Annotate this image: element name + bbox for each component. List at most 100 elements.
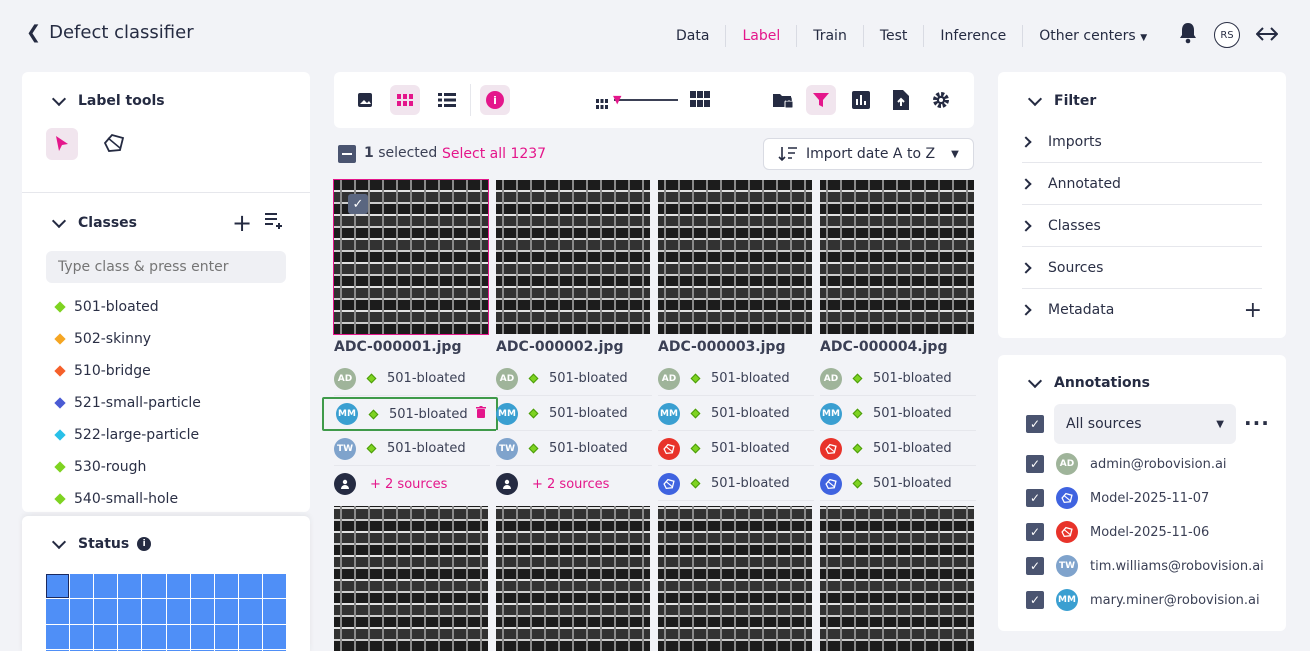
source-checkbox[interactable]: ✓ bbox=[1026, 523, 1044, 541]
source-row[interactable]: ✓ Model-2025-11-06 bbox=[1026, 521, 1209, 543]
filter-row-classes[interactable]: Classes bbox=[1020, 205, 1262, 247]
annotation-row[interactable]: 501-bloated bbox=[820, 432, 976, 466]
status-cell[interactable] bbox=[238, 599, 262, 624]
source-checkbox[interactable]: ✓ bbox=[1026, 489, 1044, 507]
bell-icon[interactable] bbox=[1178, 22, 1198, 48]
filter-row-imports[interactable]: Imports bbox=[1020, 121, 1262, 163]
status-cell[interactable] bbox=[142, 599, 166, 624]
annotation-row[interactable]: 501-bloated bbox=[820, 467, 976, 501]
image-thumbnail[interactable] bbox=[820, 506, 974, 651]
status-cell[interactable] bbox=[190, 624, 214, 649]
nav-label[interactable]: Label bbox=[726, 25, 798, 47]
annotation-row[interactable]: AD 501-bloated bbox=[334, 362, 490, 396]
nav-data[interactable]: Data bbox=[660, 25, 727, 47]
image-filename[interactable]: ADC-000001.jpg bbox=[334, 339, 461, 355]
status-cell[interactable] bbox=[190, 599, 214, 624]
status-cell[interactable] bbox=[118, 599, 142, 624]
status-cell[interactable] bbox=[166, 574, 190, 599]
back-link[interactable]: ❮ Defect classifier bbox=[26, 22, 194, 43]
class-item[interactable]: 502-skinny bbox=[54, 323, 201, 355]
status-cell[interactable] bbox=[118, 574, 142, 599]
pointer-tool[interactable] bbox=[46, 128, 78, 160]
status-cell[interactable] bbox=[70, 574, 94, 599]
class-item[interactable]: 540-small-hole bbox=[54, 483, 201, 515]
nav-test[interactable]: Test bbox=[864, 25, 925, 47]
user-avatar[interactable]: RS bbox=[1214, 22, 1240, 48]
stats-button[interactable] bbox=[846, 85, 876, 115]
annotation-row[interactable]: TW 501-bloated bbox=[334, 432, 490, 466]
image-filename[interactable]: ADC-000004.jpg bbox=[820, 339, 947, 355]
status-header[interactable]: Status i bbox=[51, 534, 152, 552]
image-filename[interactable]: ADC-000002.jpg bbox=[496, 339, 623, 355]
status-cell[interactable] bbox=[238, 574, 262, 599]
trash-icon[interactable] bbox=[476, 406, 486, 422]
annotation-row[interactable]: AD 501-bloated bbox=[658, 362, 814, 396]
status-cell[interactable] bbox=[94, 574, 118, 599]
image-thumbnail[interactable] bbox=[820, 180, 974, 334]
status-cell[interactable] bbox=[166, 624, 190, 649]
image-thumbnail[interactable] bbox=[334, 506, 488, 651]
status-cell[interactable] bbox=[142, 624, 166, 649]
grid-view-button[interactable] bbox=[390, 85, 420, 115]
annotations-header[interactable]: Annotations bbox=[1027, 373, 1150, 391]
status-cell[interactable] bbox=[94, 599, 118, 624]
status-cell[interactable] bbox=[46, 624, 70, 649]
source-row[interactable]: ✓ Model-2025-11-07 bbox=[1026, 487, 1209, 509]
status-cell[interactable] bbox=[190, 574, 214, 599]
annotation-row[interactable]: AD 501-bloated bbox=[496, 362, 652, 396]
sort-dropdown[interactable]: Import date A to Z ▼ bbox=[763, 138, 974, 170]
settings-button[interactable] bbox=[926, 85, 956, 115]
more-sources-row[interactable]: + 2 sources bbox=[334, 467, 490, 501]
source-row[interactable]: ✓ MM mary.miner@robovision.ai bbox=[1026, 589, 1260, 611]
image-thumbnail[interactable] bbox=[658, 180, 812, 334]
filter-header[interactable]: Filter bbox=[1027, 91, 1096, 109]
status-cell[interactable] bbox=[118, 624, 142, 649]
image-view-button[interactable] bbox=[350, 85, 380, 115]
source-row[interactable]: ✓ AD admin@robovision.ai bbox=[1026, 453, 1227, 475]
more-sources-row[interactable]: + 2 sources bbox=[496, 467, 652, 501]
nav-other-centers[interactable]: Other centers ▼ bbox=[1023, 25, 1163, 47]
label-tools-header[interactable]: Label tools bbox=[51, 91, 165, 109]
status-cell[interactable] bbox=[214, 574, 238, 599]
classes-header[interactable]: Classes bbox=[51, 213, 137, 231]
status-cell[interactable] bbox=[46, 599, 70, 624]
filter-row-annotated[interactable]: Annotated bbox=[1020, 163, 1262, 205]
annotation-row[interactable]: MM 501-bloated bbox=[496, 397, 652, 431]
image-thumbnail[interactable] bbox=[658, 506, 812, 651]
status-cell[interactable] bbox=[142, 574, 166, 599]
image-filename[interactable]: ADC-000003.jpg bbox=[658, 339, 785, 355]
source-checkbox[interactable]: ✓ bbox=[1026, 591, 1044, 609]
add-class-icon[interactable]: + bbox=[232, 209, 252, 237]
status-cell[interactable] bbox=[46, 574, 70, 599]
annotation-row[interactable]: AD 501-bloated bbox=[820, 362, 976, 396]
filter-button[interactable] bbox=[806, 85, 836, 115]
locked-folder-button[interactable] bbox=[768, 85, 798, 115]
source-checkbox[interactable]: ✓ bbox=[1026, 455, 1044, 473]
filter-row-metadata[interactable]: Metadata + bbox=[1020, 289, 1262, 331]
annotation-row[interactable]: 501-bloated bbox=[658, 467, 814, 501]
bulk-add-icon[interactable] bbox=[264, 212, 284, 234]
annotation-row[interactable]: MM 501-bloated bbox=[820, 397, 976, 431]
export-button[interactable] bbox=[886, 85, 916, 115]
zoom-slider[interactable] bbox=[614, 99, 678, 101]
status-cell[interactable] bbox=[70, 599, 94, 624]
info-button[interactable]: i bbox=[480, 85, 510, 115]
class-item[interactable]: 510-bridge bbox=[54, 355, 201, 387]
select-all-link[interactable]: Select all 1237 bbox=[442, 146, 546, 162]
all-sources-checkbox[interactable]: ✓ bbox=[1026, 415, 1044, 433]
source-checkbox[interactable]: ✓ bbox=[1026, 557, 1044, 575]
more-sources-link[interactable]: + 2 sources bbox=[370, 477, 447, 492]
expand-arrows-icon[interactable] bbox=[1255, 26, 1279, 45]
status-cell[interactable] bbox=[214, 599, 238, 624]
more-sources-link[interactable]: + 2 sources bbox=[532, 477, 609, 492]
status-cell[interactable] bbox=[94, 624, 118, 649]
image-thumbnail[interactable] bbox=[496, 180, 650, 334]
class-item[interactable]: 522-large-particle bbox=[54, 419, 201, 451]
status-cell[interactable] bbox=[262, 599, 286, 624]
class-item[interactable]: 521-small-particle bbox=[54, 387, 201, 419]
source-row[interactable]: ✓ TW tim.williams@robovision.ai bbox=[1026, 555, 1264, 577]
annotation-row[interactable]: 501-bloated bbox=[658, 432, 814, 466]
tile-checkbox[interactable]: ✓ bbox=[348, 194, 368, 214]
add-metadata-icon[interactable]: + bbox=[1244, 298, 1262, 323]
info-icon[interactable]: i bbox=[137, 537, 152, 551]
